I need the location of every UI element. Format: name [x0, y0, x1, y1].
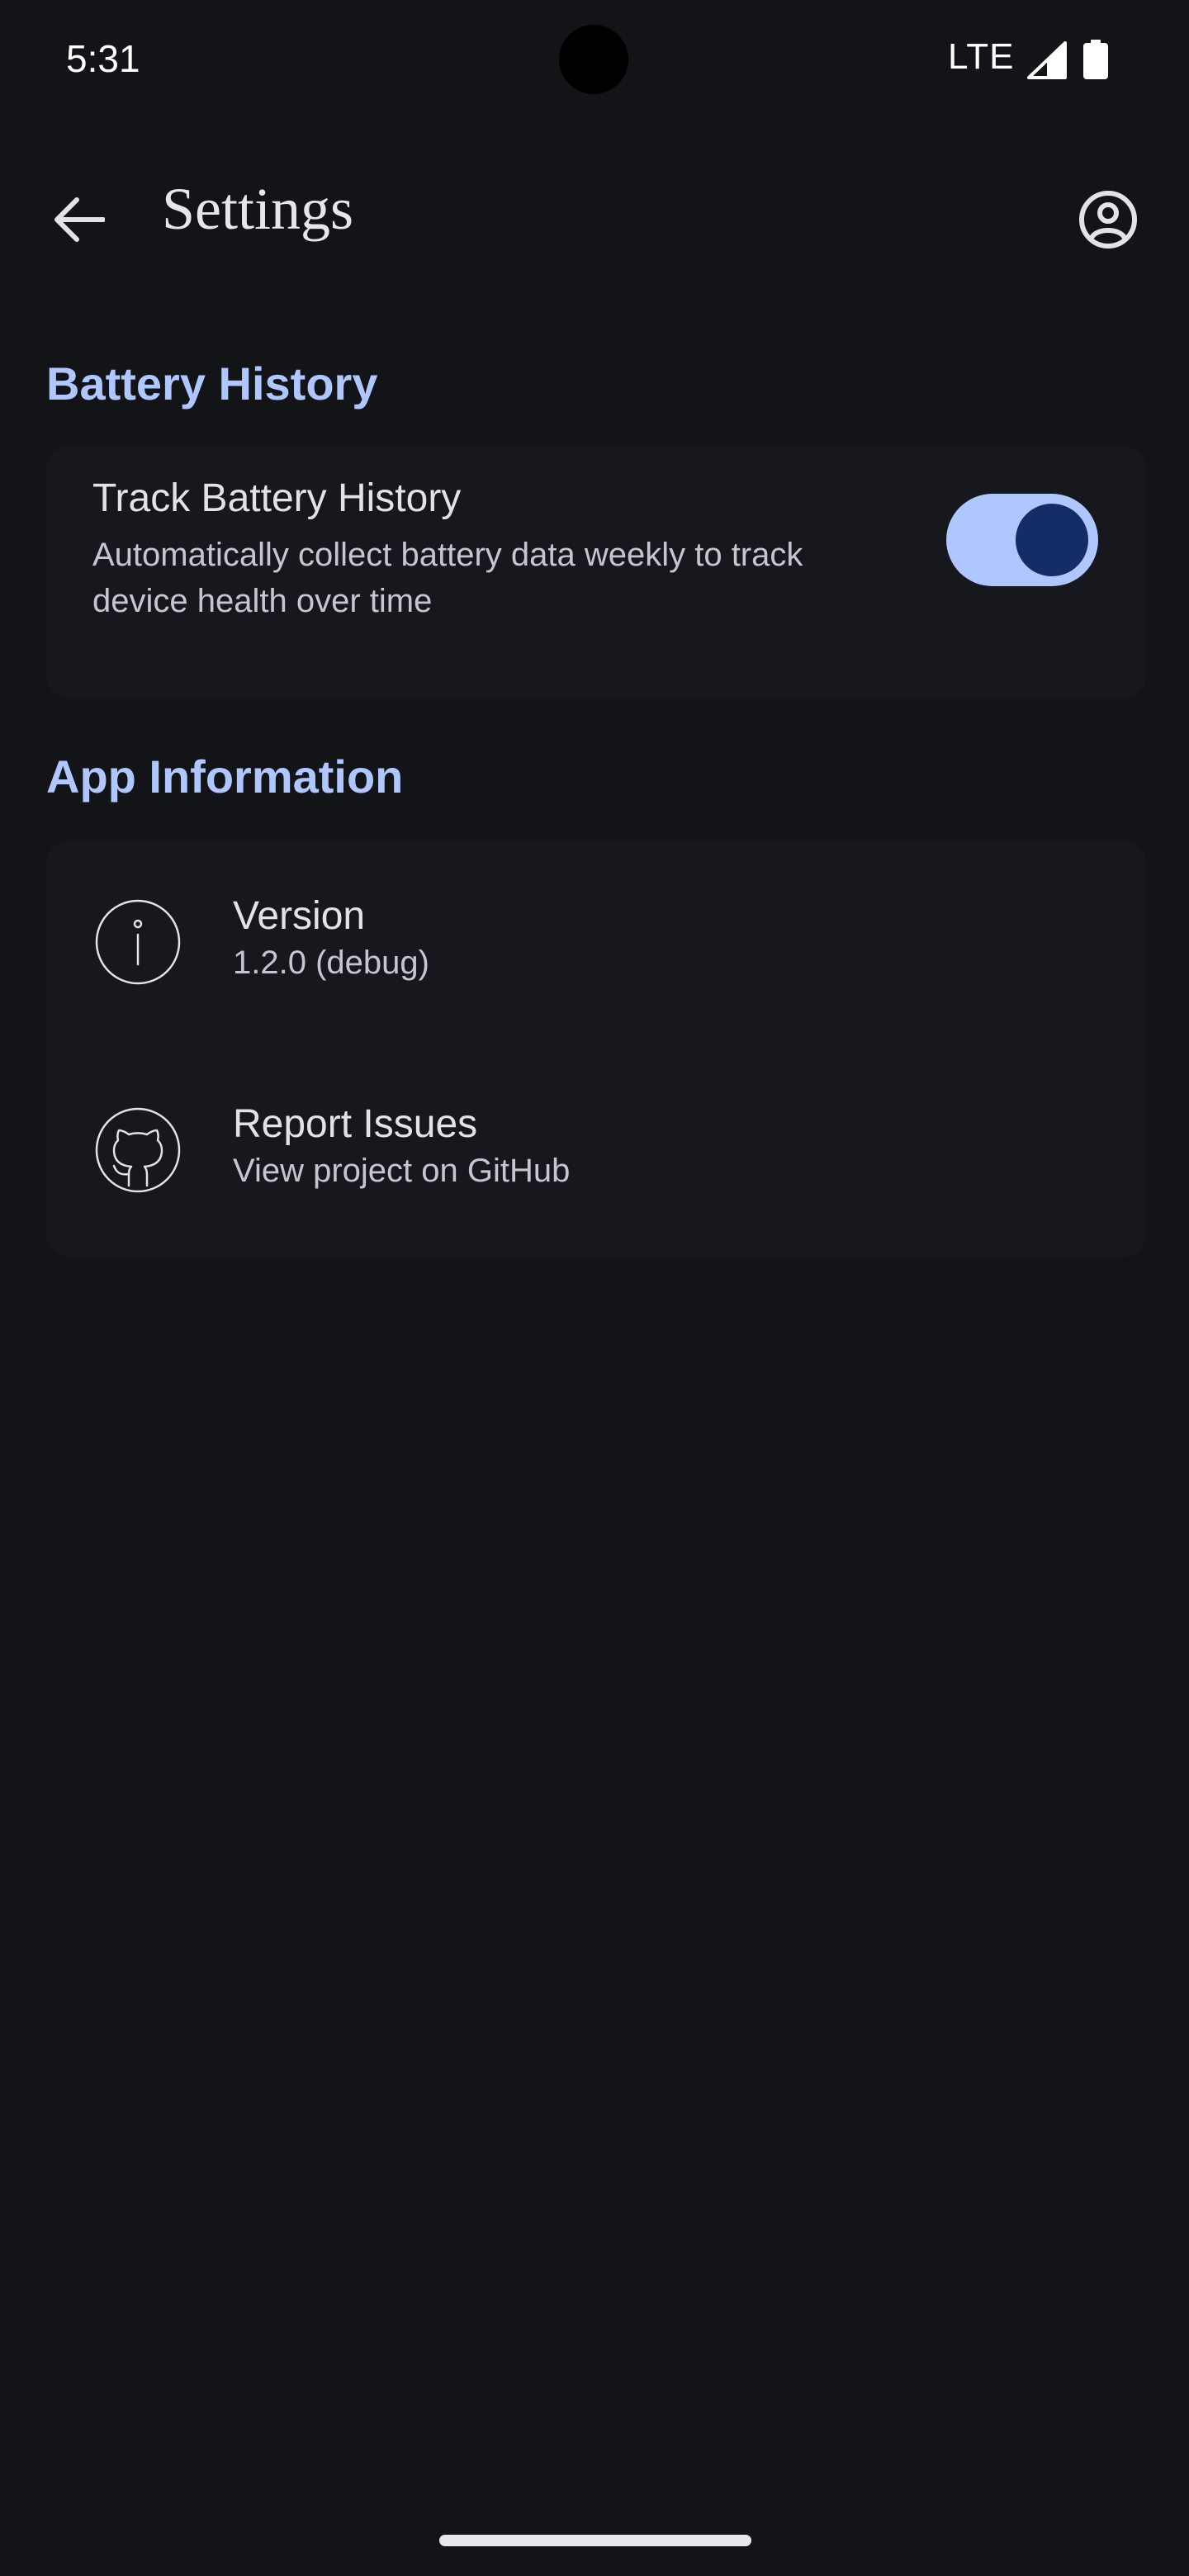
battery-icon	[1083, 40, 1108, 79]
arrow-back-icon	[54, 197, 105, 242]
network-type: LTE	[948, 36, 1015, 77]
camera-cutout	[559, 25, 628, 94]
battery-settings-card: Track Battery History Automatically coll…	[46, 446, 1146, 698]
track-battery-history-description: Automatically collect battery data weekl…	[92, 537, 803, 619]
gesture-navigation-bar[interactable]	[439, 2535, 751, 2546]
signal-icon	[1027, 41, 1067, 79]
account-circle-icon	[1079, 191, 1137, 249]
track-battery-history-toggle[interactable]	[946, 494, 1098, 586]
version-value: 1.2.0 (debug)	[233, 945, 429, 981]
back-button[interactable]	[40, 180, 119, 259]
info-icon	[95, 899, 181, 985]
report-issues-row[interactable]: Report Issues View project on GitHub	[46, 1049, 1146, 1257]
version-title: Version	[233, 894, 366, 938]
account-button[interactable]	[1068, 180, 1148, 259]
status-bar: 5:31 LTE	[0, 0, 1189, 124]
section-header-battery-history: Battery History	[46, 358, 378, 410]
settings-screen: 5:31 LTE Settings Battery History Track …	[0, 0, 1189, 2576]
section-header-app-information: App Information	[46, 751, 404, 803]
toggle-thumb	[1016, 504, 1088, 576]
github-icon	[95, 1107, 181, 1193]
app-information-card: Version 1.2.0 (debug) Report Issues View…	[46, 841, 1146, 1257]
top-app-bar: Settings	[0, 157, 1189, 272]
status-time: 5:31	[66, 37, 140, 80]
page-title: Settings	[162, 176, 354, 242]
version-row[interactable]: Version 1.2.0 (debug)	[46, 841, 1146, 1049]
report-issues-title: Report Issues	[233, 1102, 478, 1146]
track-battery-history-title: Track Battery History	[92, 476, 462, 520]
report-issues-subtitle: View project on GitHub	[233, 1153, 571, 1189]
